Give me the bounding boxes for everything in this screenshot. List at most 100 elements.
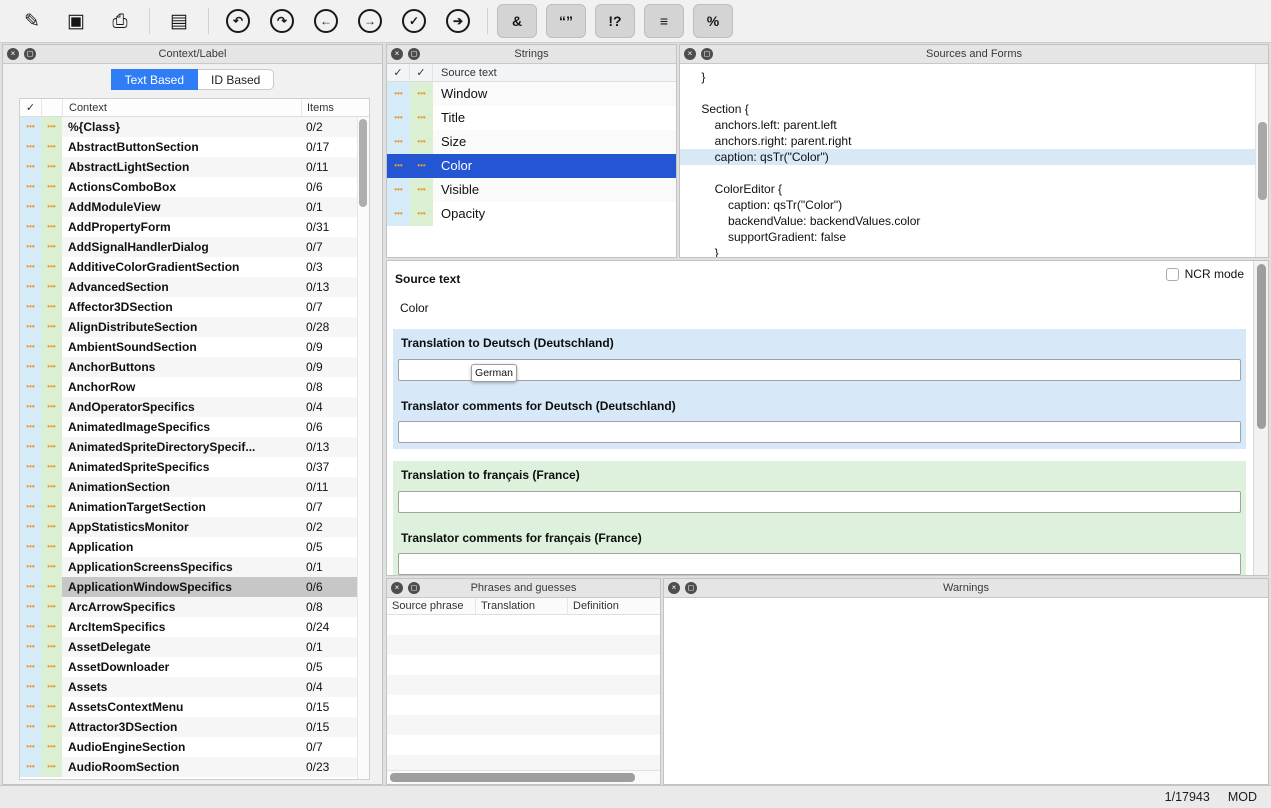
string-row[interactable]: ••• ••• Title — [387, 106, 676, 130]
context-row[interactable]: ••• ••• Assets 0/4 — [20, 677, 369, 697]
place-markers-toggle[interactable]: % — [693, 4, 733, 38]
close-panel-icon[interactable]: × — [7, 48, 19, 60]
context-row[interactable]: ••• ••• AbstractLightSection 0/11 — [20, 157, 369, 177]
context-row[interactable]: ••• ••• AbstractButtonSection 0/17 — [20, 137, 369, 157]
context-row[interactable]: ••• ••• AdditiveColorGradientSection 0/3 — [20, 257, 369, 277]
float-panel-icon[interactable]: ◻ — [24, 48, 36, 60]
source-text-column-header[interactable]: Source text — [433, 67, 676, 79]
ending-punctuation-toggle[interactable]: !? — [595, 4, 635, 38]
context-row[interactable]: ••• ••• %{Class} 0/2 — [20, 117, 369, 137]
context-row[interactable]: ••• ••• AssetsContextMenu 0/15 — [20, 697, 369, 717]
context-row[interactable]: ••• ••• Affector3DSection 0/7 — [20, 297, 369, 317]
scrollbar-thumb[interactable] — [1258, 122, 1267, 200]
tab-text-based[interactable]: Text Based — [111, 69, 198, 90]
phrases-panel-titlebar[interactable]: × ◻ Phrases and guesses — [387, 579, 660, 598]
prev-unfinished-button[interactable]: ↶ — [218, 4, 258, 38]
context-row[interactable]: ••• ••• AddModuleView 0/1 — [20, 197, 369, 217]
float-panel-icon[interactable]: ◻ — [685, 582, 697, 594]
scrollbar-thumb[interactable] — [390, 773, 635, 782]
toolbar-separator — [208, 8, 209, 34]
context-row[interactable]: ••• ••• AndOperatorSpecifics 0/4 — [20, 397, 369, 417]
vertical-scrollbar[interactable] — [1253, 261, 1268, 575]
vertical-scrollbar[interactable] — [357, 117, 369, 779]
french-translation-input[interactable] — [398, 491, 1241, 513]
context-row[interactable]: ••• ••• AnchorButtons 0/9 — [20, 357, 369, 377]
context-panel-titlebar[interactable]: × ◻ Context/Label — [3, 45, 382, 64]
close-panel-icon[interactable]: × — [668, 582, 680, 594]
prev-button[interactable]: ← — [306, 4, 346, 38]
source-phrase-column-header[interactable]: Source phrase — [387, 600, 475, 612]
string-row[interactable]: ••• ••• Window — [387, 82, 676, 106]
close-panel-icon[interactable]: × — [391, 48, 403, 60]
float-panel-icon[interactable]: ◻ — [701, 48, 713, 60]
context-row[interactable]: ••• ••• AudioEngineSection 0/7 — [20, 737, 369, 757]
string-row[interactable]: ••• ••• Size — [387, 130, 676, 154]
string-row[interactable]: ••• ••• Color — [387, 154, 676, 178]
context-row[interactable]: ••• ••• ApplicationScreensSpecifics 0/1 — [20, 557, 369, 577]
open-button[interactable]: ✎ — [12, 4, 52, 38]
context-row[interactable]: ••• ••• AppStatisticsMonitor 0/2 — [20, 517, 369, 537]
items-column-header[interactable]: Items — [301, 99, 369, 116]
context-row[interactable]: ••• ••• ArcItemSpecifics 0/24 — [20, 617, 369, 637]
context-row[interactable]: ••• ••• Attractor3DSection 0/15 — [20, 717, 369, 737]
status-dots-icon: ••• — [20, 757, 41, 777]
context-row[interactable]: ••• ••• AnchorRow 0/8 — [20, 377, 369, 397]
phrase-matches-toggle[interactable]: ≡ — [644, 4, 684, 38]
accelerators-toggle[interactable]: & — [497, 4, 537, 38]
sources-panel-titlebar[interactable]: × ◻ Sources and Forms — [680, 45, 1268, 64]
status-dots-icon: ••• — [41, 597, 62, 617]
ncr-checkbox[interactable] — [1166, 268, 1179, 281]
scrollbar-thumb[interactable] — [1257, 264, 1266, 429]
float-panel-icon[interactable]: ◻ — [408, 48, 420, 60]
status-dots-icon: ••• — [20, 257, 41, 277]
context-row[interactable]: ••• ••• AlignDistributeSection 0/28 — [20, 317, 369, 337]
german-comments-input[interactable] — [398, 421, 1241, 443]
context-row[interactable]: ••• ••• AudioRoomSection 0/23 — [20, 757, 369, 777]
context-row[interactable]: ••• ••• ArcArrowSpecifics 0/8 — [20, 597, 369, 617]
next-unfinished-button[interactable]: ↷ — [262, 4, 302, 38]
surrounding-whitespace-toggle[interactable]: “” — [546, 4, 586, 38]
done-column-header[interactable]: ✓ — [20, 101, 41, 114]
context-row[interactable]: ••• ••• AdvancedSection 0/13 — [20, 277, 369, 297]
print-button[interactable]: ⎙ — [100, 4, 140, 38]
context-row[interactable]: ••• ••• AnimationSection 0/11 — [20, 477, 369, 497]
copy-from-source-button[interactable]: ➔ — [438, 4, 478, 38]
string-row[interactable]: ••• ••• Opacity — [387, 202, 676, 226]
context-row[interactable]: ••• ••• AnimatedImageSpecifics 0/6 — [20, 417, 369, 437]
definition-column-header[interactable]: Definition — [567, 598, 660, 614]
scrollbar-thumb[interactable] — [359, 119, 367, 207]
strings-panel-titlebar[interactable]: × ◻ Strings — [387, 45, 676, 64]
context-row[interactable]: ••• ••• AddSignalHandlerDialog 0/7 — [20, 237, 369, 257]
context-row[interactable]: ••• ••• AnimatedSpriteSpecifics 0/37 — [20, 457, 369, 477]
context-row[interactable]: ••• ••• AnimationTargetSection 0/7 — [20, 497, 369, 517]
translation-column-header[interactable]: Translation — [475, 598, 567, 614]
context-table-body: ••• ••• %{Class} 0/2 ••• ••• AbstractBut… — [20, 117, 369, 779]
next-button[interactable]: → — [350, 4, 390, 38]
context-row[interactable]: ••• ••• AssetDelegate 0/1 — [20, 637, 369, 657]
done-and-next-button[interactable]: ✓ — [394, 4, 434, 38]
string-row[interactable]: ••• ••• Visible — [387, 178, 676, 202]
close-panel-icon[interactable]: × — [391, 582, 403, 594]
done-column-header[interactable]: ✓ — [387, 64, 410, 81]
marker-column-header[interactable] — [41, 99, 62, 116]
context-row[interactable]: ••• ••• AssetDownloader 0/5 — [20, 657, 369, 677]
close-panel-icon[interactable]: × — [684, 48, 696, 60]
done-column-header[interactable]: ✓ — [410, 64, 433, 81]
context-row[interactable]: ••• ••• ApplicationWindowSpecifics 0/6 — [20, 577, 369, 597]
context-row[interactable]: ••• ••• AmbientSoundSection 0/9 — [20, 337, 369, 357]
german-translation-input[interactable] — [398, 359, 1241, 381]
vertical-scrollbar[interactable] — [1255, 64, 1268, 257]
context-row[interactable]: ••• ••• AddPropertyForm 0/31 — [20, 217, 369, 237]
context-row[interactable]: ••• ••• ActionsComboBox 0/6 — [20, 177, 369, 197]
context-row[interactable]: ••• ••• AnimatedSpriteDirectorySpecif...… — [20, 437, 369, 457]
save-button[interactable]: ▣ — [56, 4, 96, 38]
float-panel-icon[interactable]: ◻ — [408, 582, 420, 594]
context-column-header[interactable]: Context — [62, 99, 301, 116]
tab-id-based[interactable]: ID Based — [198, 69, 274, 90]
warnings-panel-titlebar[interactable]: × ◻ Warnings — [664, 579, 1268, 598]
context-row[interactable]: ••• ••• Application 0/5 — [20, 537, 369, 557]
french-comments-input[interactable] — [398, 553, 1241, 575]
status-dots-icon: ••• — [41, 577, 62, 597]
phrase-book-button[interactable]: ▤ — [159, 4, 199, 38]
horizontal-scrollbar[interactable] — [387, 770, 660, 784]
